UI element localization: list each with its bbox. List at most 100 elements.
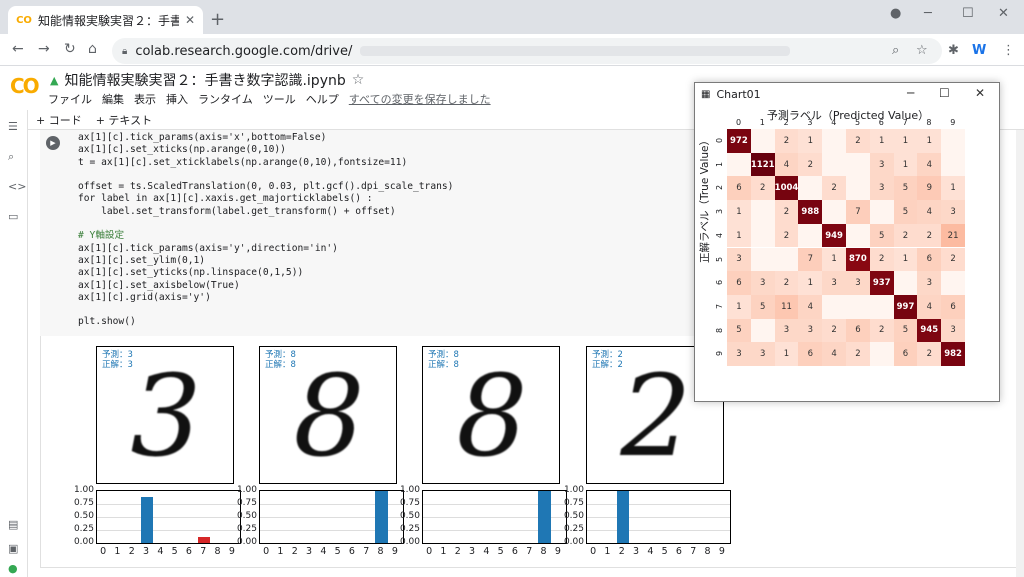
menu-help[interactable]: ヘルプ [306, 91, 339, 107]
terminal-icon[interactable]: ▣ [8, 542, 18, 555]
reload-icon[interactable]: ↻ [64, 41, 76, 57]
predicted-tick-label: 6 [878, 118, 884, 127]
matrix-cell: 6 [727, 176, 751, 201]
predicted-text: 予測：2 [592, 350, 623, 360]
matrix-cell: 6 [941, 294, 965, 319]
code-line: t = ax[1][c].set_xticklabels(np.arange(0… [78, 156, 408, 168]
matrix-cell: 3 [822, 271, 846, 295]
matrix-cell: 7 [846, 200, 870, 224]
matrix-cell: 3 [846, 271, 870, 295]
profile-icon[interactable]: ● [890, 6, 901, 21]
grid-line [97, 530, 240, 531]
address-bar[interactable]: 🔒︎ colab.research.google.com/drive/ [112, 38, 942, 64]
code-editor[interactable]: ax[1][c].tick_params(axis='x',bottom=Fal… [78, 132, 453, 329]
menu-insert[interactable]: 挿入 [166, 91, 188, 107]
minimize-icon[interactable]: ─ [924, 6, 932, 21]
browser-menu-icon[interactable]: ⋮ [1002, 43, 1015, 58]
truth-text: 正解：3 [102, 360, 133, 370]
maximize-icon[interactable]: ☐ [962, 6, 974, 21]
matrix-cell: 2 [822, 176, 846, 201]
add-text-button[interactable]: + テキスト [96, 112, 152, 128]
y-tick-label: 0.00 [73, 537, 94, 547]
forward-icon[interactable]: → [38, 41, 50, 57]
zoom-icon[interactable]: ⌕ [892, 43, 899, 58]
menu-file[interactable]: ファイル [48, 91, 92, 107]
x-tick-label: 7 [690, 546, 697, 557]
matrix-cell: 2 [941, 247, 965, 272]
matrix-cell: 1 [941, 176, 965, 201]
prediction-label: 予測：8 正解：8 [265, 350, 296, 370]
files-icon[interactable]: ▭ [8, 210, 18, 223]
chart-maximize-icon[interactable]: ☐ [939, 86, 950, 100]
close-tab-icon[interactable]: ✕ [185, 13, 195, 27]
notebook-title[interactable]: 知能情報実験実習２：手書き数字認識.ipynb [64, 70, 345, 90]
home-icon[interactable]: ⌂ [88, 41, 97, 57]
command-palette-icon[interactable]: ▤ [8, 518, 18, 531]
colab-favicon-icon: CO [16, 14, 32, 26]
matrix-cell [798, 176, 823, 201]
matrix-cell: 5 [750, 294, 775, 319]
y-tick-label: 1.00 [399, 485, 420, 495]
x-tick-label: 1 [440, 546, 447, 557]
prediction-label: 予測：8 正解：8 [428, 350, 459, 370]
menu-view[interactable]: 表示 [134, 91, 156, 107]
chart-window-titlebar[interactable]: ▦ Chart01 [695, 83, 999, 105]
back-icon[interactable]: ← [12, 41, 24, 57]
extensions-icon[interactable]: ✱ [948, 43, 959, 58]
matrix-cell: 4 [917, 152, 942, 177]
browser-tab[interactable]: CO 知能情報実験実習２：手書き数字 ✕ [8, 6, 203, 34]
new-tab-icon[interactable]: + [210, 9, 225, 30]
y-tick-label: 0.00 [236, 537, 257, 547]
chart-close-icon[interactable]: ✕ [975, 86, 985, 100]
run-cell-button[interactable]: ▶ [46, 136, 60, 150]
toc-icon[interactable]: ☰ [8, 120, 18, 133]
close-window-icon[interactable]: ✕ [998, 6, 1009, 21]
url-redacted [360, 46, 791, 56]
status-dot-icon: ● [8, 562, 18, 575]
probability-bar-chart [96, 490, 241, 544]
search-icon[interactable]: ⌕ [8, 150, 14, 164]
code-line: label.set_transform(label.get_transform(… [78, 205, 396, 217]
matrix-cell [822, 200, 846, 224]
y-tick-label: 0.50 [563, 511, 584, 521]
matrix-cell [893, 271, 918, 295]
x-tick-label: 9 [554, 546, 561, 557]
matrix-cell: 1 [822, 247, 846, 272]
matrix-cell: 4 [822, 342, 846, 366]
predicted-tick-label: 3 [807, 118, 813, 127]
code-line: # Y軸設定 [78, 230, 125, 242]
y-tick-label: 0.00 [563, 537, 584, 547]
x-tick-label: 4 [483, 546, 490, 557]
menu-tools[interactable]: ツール [263, 91, 296, 107]
matrix-cell: 21 [941, 223, 965, 248]
grid-line [97, 517, 240, 518]
handwritten-digit: 3 [130, 352, 202, 482]
matrix-cell: 3 [917, 271, 942, 295]
star-icon[interactable]: ☆ [352, 72, 365, 88]
matrix-cell: 2 [750, 176, 775, 201]
true-tick-label: 2 [715, 185, 725, 191]
chart-window-title: Chart01 [716, 87, 761, 101]
x-tick-label: 8 [377, 546, 384, 557]
chart-minimize-icon[interactable]: ─ [907, 86, 914, 100]
menu-edit[interactable]: 編集 [102, 91, 124, 107]
add-code-button[interactable]: + コード [36, 112, 82, 128]
matrix-cell [869, 200, 894, 224]
matrix-cell: 2 [774, 223, 799, 248]
colab-logo[interactable]: CO [10, 74, 40, 98]
chart-window: ▦ Chart01 ─ ☐ ✕ 予測ラベル（Predicted Value） 正… [694, 82, 1000, 402]
x-tick-label: 8 [704, 546, 711, 557]
x-tick-label: 0 [263, 546, 270, 557]
code-snippets-icon[interactable]: <> [8, 180, 26, 193]
save-status[interactable]: すべての変更を保存しました [349, 91, 491, 107]
menu-runtime[interactable]: ランタイム [198, 91, 253, 107]
matrix-cell: 1004 [774, 176, 799, 201]
y-tick-label: 0.00 [399, 537, 420, 547]
page-scrollbar[interactable] [1016, 130, 1024, 577]
x-tick-label: 7 [526, 546, 533, 557]
url-text: colab.research.google.com/drive/ [135, 43, 353, 59]
w-extension-icon[interactable]: W [972, 43, 986, 58]
x-tick-label: 0 [426, 546, 433, 557]
matrix-cell: 2 [917, 342, 942, 366]
bookmark-star-icon[interactable]: ☆ [916, 43, 928, 58]
